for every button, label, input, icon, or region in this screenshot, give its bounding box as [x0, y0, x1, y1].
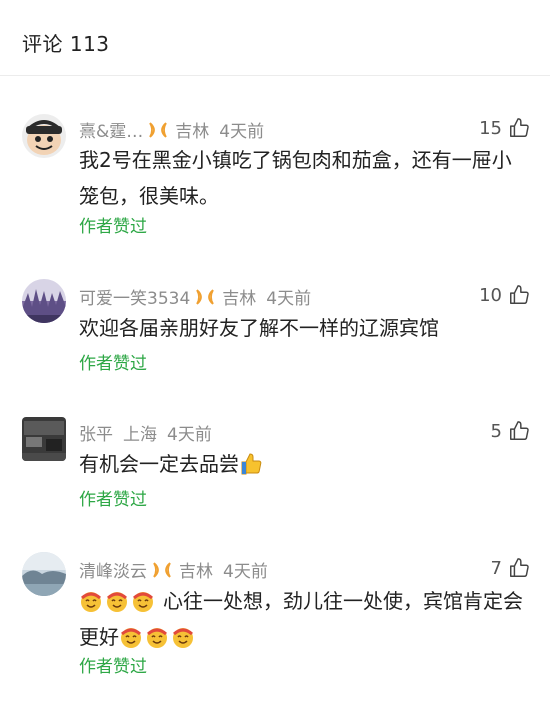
comment-text-line: 心往一处想，劲儿往一处使，宾馆肯定会	[163, 589, 523, 613]
author-liked-label: 作者赞过	[79, 657, 147, 677]
comment-meta: 可爱一笑3534 吉林 4天前	[79, 284, 311, 309]
comment-meta: 张平 上海 4天前	[79, 420, 212, 445]
timestamp: 4天前	[167, 425, 212, 445]
smiling-face-emoji	[79, 588, 103, 612]
ribbon-badge-icon	[151, 561, 173, 579]
like-count: 5	[490, 420, 502, 442]
smiling-face-emoji	[171, 624, 195, 648]
thumbs-up-emoji	[239, 451, 263, 475]
page-title: 评论 113	[22, 32, 110, 56]
like-button[interactable]: 15	[479, 117, 530, 139]
comment-text: 我2号在黑金小镇吃了锅包肉和茄盒，还有一屉小 笼包，很美味。	[79, 142, 529, 214]
smiling-face-emoji	[105, 588, 129, 612]
like-count: 10	[479, 284, 502, 306]
username[interactable]: 张平	[79, 420, 113, 445]
username[interactable]: 可爱一笑3534	[79, 284, 190, 309]
comment-text-line: 欢迎各届亲朋好友了解不一样的辽源宾馆	[79, 316, 439, 340]
thumbs-up-icon	[510, 285, 529, 304]
comment-text: 有机会一定去品尝	[79, 446, 529, 482]
comments-header: 评论 113	[0, 0, 550, 76]
comment-text: 心往一处想，劲儿往一处使，宾馆肯定会 更好	[79, 583, 529, 655]
location: 吉林	[222, 289, 257, 309]
comment-meta: 清峰淡云 吉林 4天前	[79, 557, 268, 582]
comment-text-line: 有机会一定去品尝	[79, 452, 239, 476]
author-liked-label: 作者赞过	[79, 217, 147, 237]
smiling-face-emoji	[119, 624, 143, 648]
like-count: 7	[490, 557, 502, 579]
location: 吉林	[175, 122, 210, 142]
timestamp: 4天前	[219, 122, 265, 142]
like-button[interactable]: 10	[479, 284, 530, 306]
like-count: 15	[479, 117, 502, 139]
author-liked-label: 作者赞过	[79, 490, 147, 510]
like-button[interactable]: 7	[491, 557, 530, 579]
avatar[interactable]	[22, 552, 66, 596]
comment-text-line: 更好	[79, 625, 119, 649]
location: 上海	[123, 425, 157, 445]
comment-text-line: 笼包，很美味。	[79, 184, 219, 208]
avatar[interactable]	[22, 417, 66, 461]
comment-text: 欢迎各届亲朋好友了解不一样的辽源宾馆	[79, 310, 529, 346]
comment-meta: 熹&霆… 吉林 4天前	[79, 117, 264, 142]
timestamp: 4天前	[266, 289, 312, 309]
location: 吉林	[179, 562, 213, 582]
username[interactable]: 熹&霆…	[79, 117, 143, 142]
thumbs-up-icon	[510, 118, 529, 137]
thumbs-up-icon	[510, 421, 529, 440]
smiling-face-emoji	[131, 588, 155, 612]
author-liked-label: 作者赞过	[79, 354, 147, 374]
thumbs-up-icon	[510, 558, 529, 577]
username[interactable]: 清峰淡云	[79, 557, 147, 582]
like-button[interactable]: 5	[491, 420, 530, 442]
avatar[interactable]	[22, 279, 66, 323]
avatar[interactable]	[22, 114, 66, 158]
comment-text-line: 我2号在黑金小镇吃了锅包肉和茄盒，还有一屉小	[79, 148, 512, 172]
ribbon-badge-icon	[147, 121, 169, 139]
smiling-face-emoji	[145, 624, 169, 648]
timestamp: 4天前	[223, 562, 268, 582]
ribbon-badge-icon	[194, 288, 216, 306]
